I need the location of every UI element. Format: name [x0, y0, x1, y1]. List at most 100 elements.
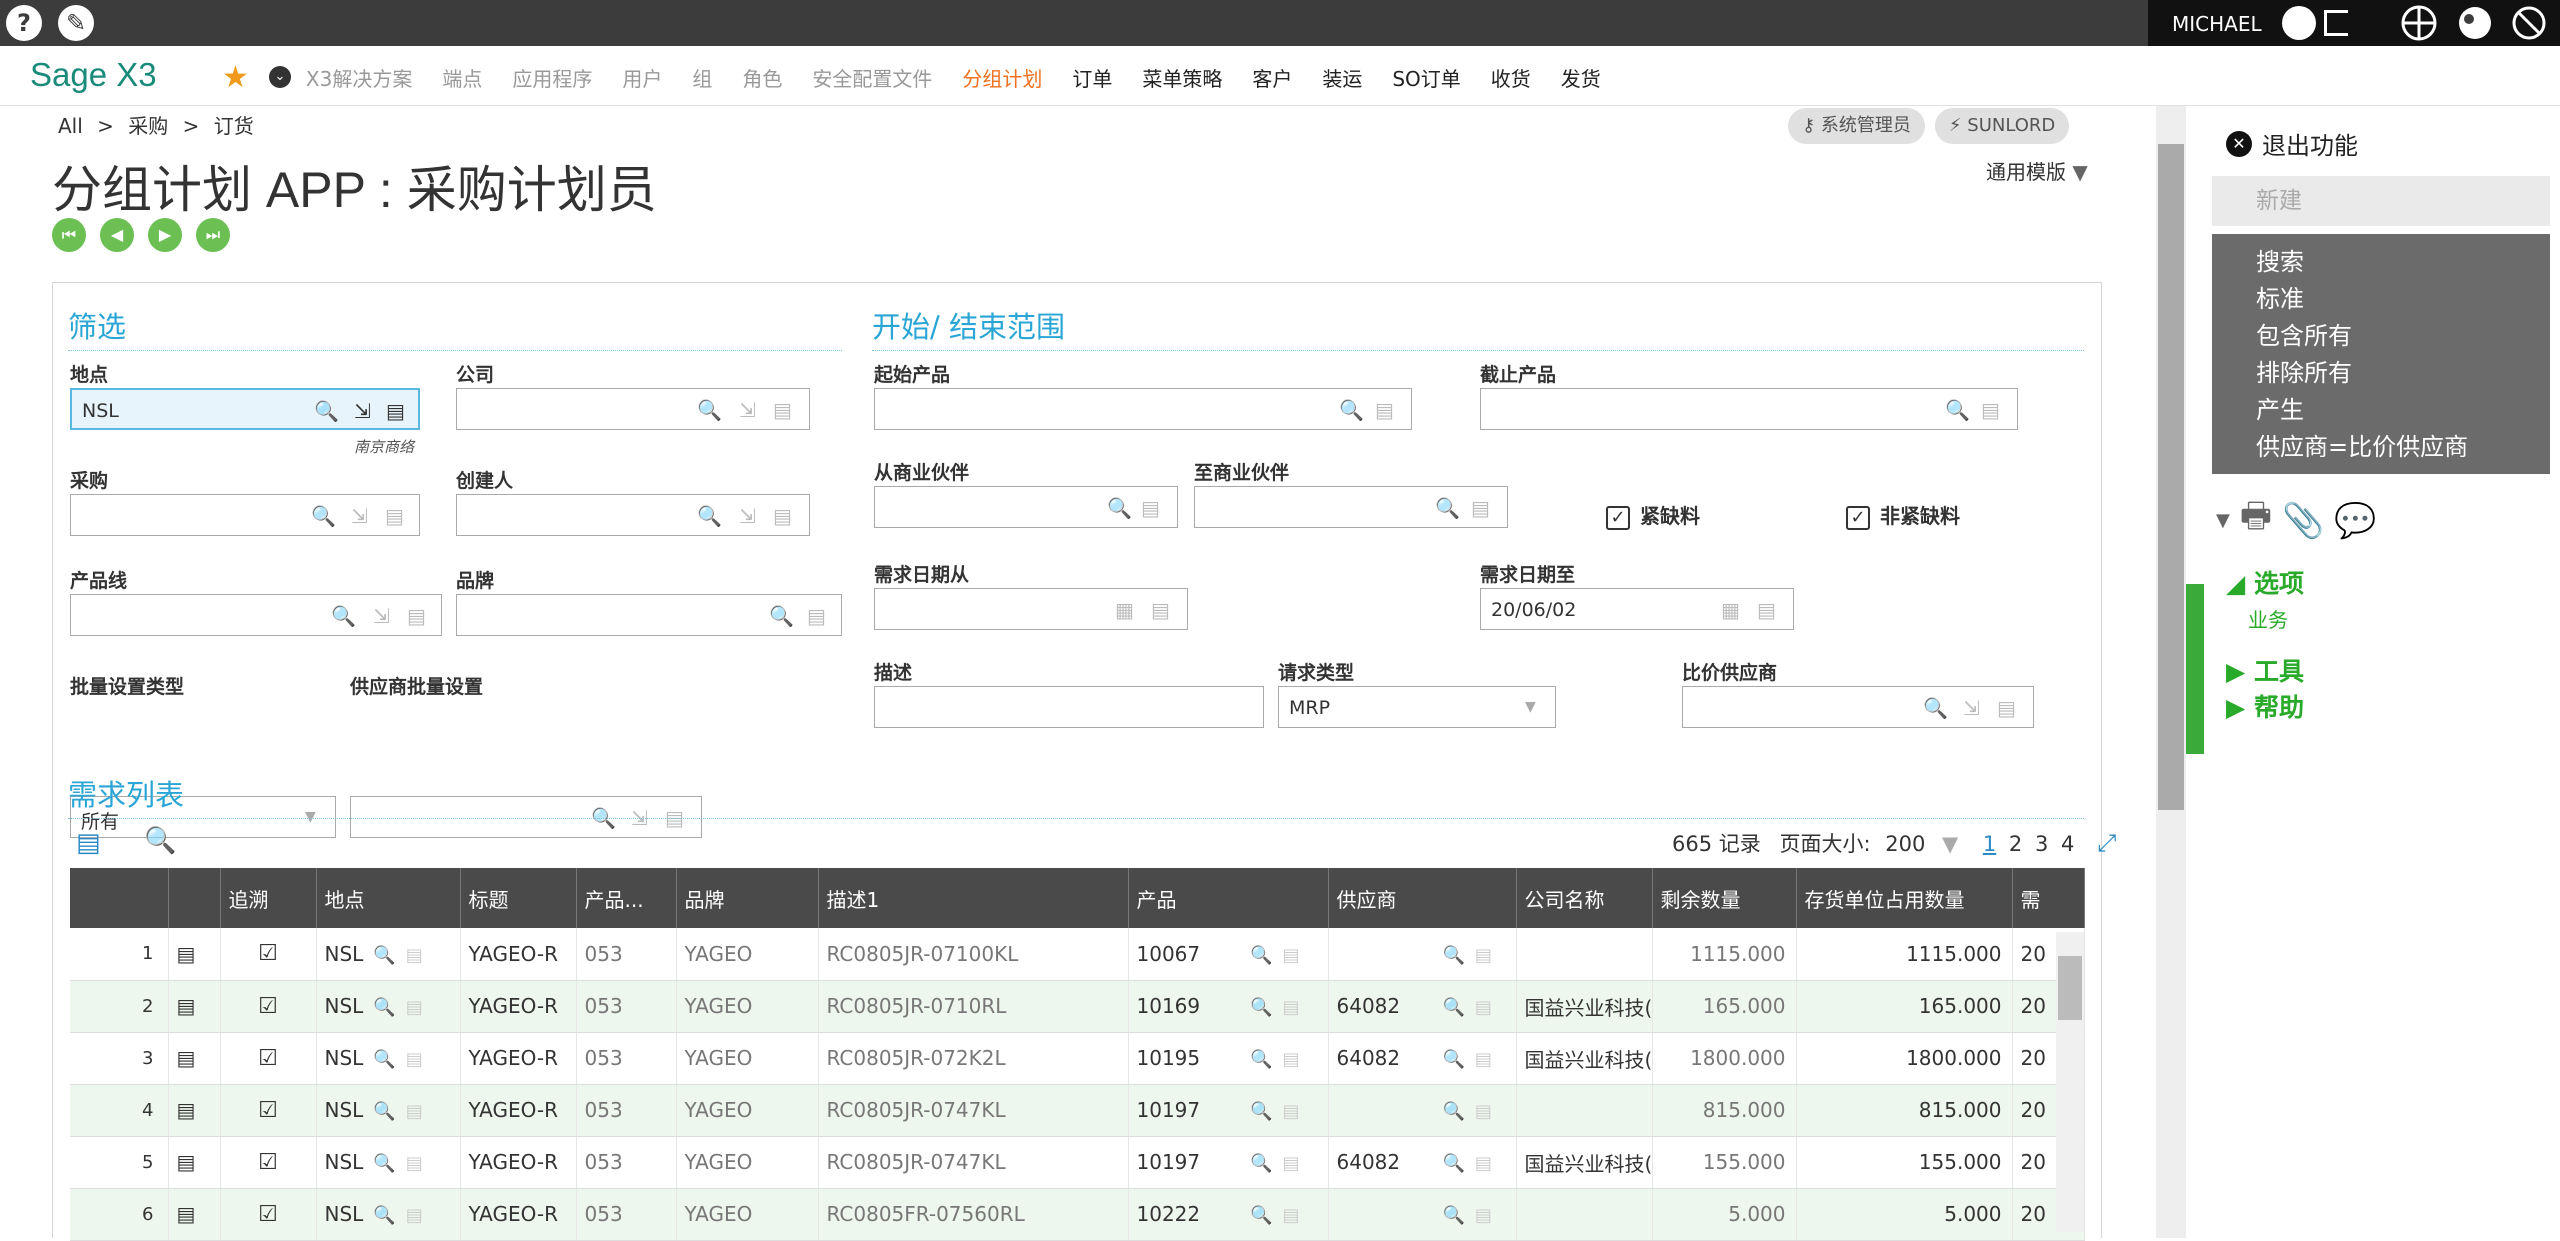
cell-stock-unit-qty[interactable]: 1115.000 — [1796, 928, 2013, 981]
list-icon[interactable]: ▤ — [406, 1049, 423, 1070]
cell-brand[interactable]: YAGEO — [676, 1136, 819, 1189]
cell-brand[interactable]: YAGEO — [676, 1084, 819, 1137]
open-detail-icon[interactable]: ⇲ — [373, 604, 390, 628]
end-product-field[interactable]: 🔍 ▤ — [1480, 388, 2018, 430]
trace-checkbox[interactable]: ☑ — [220, 1084, 317, 1137]
cell-product-line[interactable]: 053 — [576, 980, 677, 1033]
cell-product[interactable]: 10197 🔍 ▤ — [1128, 1084, 1329, 1137]
list-icon[interactable]: ▤ — [1283, 1205, 1300, 1226]
list-icon[interactable]: ▤ — [407, 604, 426, 628]
menu-item-orders[interactable]: 订单 — [1072, 63, 1112, 92]
trace-checkbox[interactable]: ☑ — [220, 1136, 317, 1189]
list-icon[interactable]: ▤ — [1475, 1205, 1492, 1226]
cell-supplier[interactable]: 64082 🔍 ▤ — [1328, 980, 1517, 1033]
cell-product-line[interactable]: 053 — [576, 1032, 677, 1085]
list-icon[interactable]: ▤ — [386, 399, 405, 423]
cell-title[interactable]: YAGEO-R — [460, 1084, 577, 1137]
calendar-icon[interactable]: ▦ — [1721, 598, 1740, 622]
row-detail-cell[interactable]: ▤ — [168, 1188, 221, 1241]
cell-site[interactable]: NSL 🔍 ▤ — [316, 1084, 461, 1137]
cell-supplier[interactable]: 🔍 ▤ — [1328, 928, 1517, 981]
search-icon[interactable]: 🔍 — [373, 1101, 395, 1122]
trace-checkbox[interactable]: ☑ — [220, 980, 317, 1033]
list-icon[interactable]: ▤ — [385, 504, 404, 528]
list-icon[interactable]: ▤ — [773, 504, 792, 528]
table-scrollbar-thumb[interactable] — [2058, 956, 2082, 1020]
cell-title[interactable]: YAGEO-R — [460, 1188, 577, 1241]
date-from-field[interactable]: ▦ ▤ — [874, 588, 1188, 630]
creator-field[interactable]: 🔍 ⇲ ▤ — [456, 494, 810, 536]
company-field[interactable]: 🔍 ⇲ ▤ — [456, 388, 810, 430]
list-icon[interactable]: ▤ — [807, 604, 826, 628]
cell-company-name[interactable] — [1516, 928, 1653, 981]
search-icon[interactable]: 🔍 — [1443, 1153, 1465, 1174]
row-detail-cell[interactable]: ▤ — [168, 980, 221, 1033]
comment-icon[interactable]: 💬 — [2334, 501, 2376, 541]
menu-item-security-profiles[interactable]: 安全配置文件 — [812, 63, 932, 92]
cell-title[interactable]: YAGEO-R — [460, 1136, 577, 1189]
search-icon[interactable]: 🔍 — [697, 504, 722, 528]
search-icon[interactable]: 🔍 — [1443, 945, 1465, 966]
cell-remaining-qty[interactable]: 5.000 — [1652, 1188, 1797, 1241]
network-icon[interactable] — [2400, 4, 2438, 42]
list-icon[interactable]: ▤ — [1475, 997, 1492, 1018]
search-icon[interactable]: 🔍 — [1250, 1049, 1272, 1070]
search-icon[interactable]: 🔍 — [1945, 398, 1970, 422]
options-business[interactable]: 业务 — [2248, 604, 2288, 633]
cell-title[interactable]: YAGEO-R — [460, 980, 577, 1033]
cell-supplier[interactable]: 🔍 ▤ — [1328, 1084, 1517, 1137]
list-icon[interactable]: ▤ — [1981, 398, 2000, 422]
cell-supplier[interactable]: 64082 🔍 ▤ — [1328, 1136, 1517, 1189]
user-name[interactable]: MICHAEL — [2172, 12, 2262, 36]
calendar-icon[interactable]: ▦ — [1115, 598, 1134, 622]
column-header-stock-unit-qty[interactable]: 存货单位占用数量 — [1796, 868, 2013, 928]
row-detail-icon[interactable]: ▤ — [177, 1202, 196, 1226]
cell-supplier[interactable]: 64082 🔍 ▤ — [1328, 1032, 1517, 1085]
table-row[interactable]: 2 ▤ ☑ NSL 🔍 ▤ YAGEO-R 053 YAGEO RC0805JR-0710RL 10… — [70, 980, 2085, 1033]
next-record-icon[interactable]: ▶ — [148, 218, 182, 252]
list-icon[interactable]: ▤ — [1283, 945, 1300, 966]
column-header-supplier[interactable]: 供应商 — [1328, 868, 1517, 928]
brush-icon[interactable]: ✎ — [58, 5, 94, 41]
column-header-title[interactable]: 标题 — [460, 868, 577, 928]
cell-description[interactable]: RC0805JR-07100KL — [818, 928, 1129, 981]
help-section[interactable]: ▶ 帮助 — [2226, 688, 2304, 724]
tools-section[interactable]: ▶ 工具 — [2226, 652, 2304, 688]
search-icon[interactable]: 🔍 — [1339, 398, 1364, 422]
list-icon[interactable]: ▤ — [1997, 696, 2016, 720]
role-pill[interactable]: ⚷ 系统管理员 — [1788, 108, 1925, 144]
cell-remaining-qty[interactable]: 1800.000 — [1652, 1032, 1797, 1085]
search-icon[interactable]: 🔍 — [314, 399, 339, 423]
app-logo[interactable]: Sage X3 — [30, 56, 157, 94]
cell-product[interactable]: 10195 🔍 ▤ — [1128, 1032, 1329, 1085]
cell-company-name[interactable] — [1516, 1188, 1653, 1241]
list-icon[interactable]: ▤ — [1471, 496, 1490, 520]
cell-site[interactable]: NSL 🔍 ▤ — [316, 1032, 461, 1085]
date-to-field[interactable]: 20/06/02 ▦ ▤ — [1480, 588, 1794, 630]
disable-icon[interactable] — [2510, 4, 2548, 42]
cell-description[interactable]: RC0805FR-07560RL — [818, 1188, 1129, 1241]
folder-pill[interactable]: ⚡ SUNLORD — [1934, 108, 2070, 144]
search-icon[interactable]: 🔍 — [697, 398, 722, 422]
first-record-icon[interactable]: ⏮ — [52, 218, 86, 252]
panel-toggle-bar[interactable] — [2186, 584, 2204, 754]
list-icon[interactable]: ▤ — [406, 1153, 423, 1174]
cell-site[interactable]: NSL 🔍 ▤ — [316, 1188, 461, 1241]
table-row[interactable]: 6 ▤ ☑ NSL 🔍 ▤ YAGEO-R 053 YAGEO RC0805FR-07560RL 1… — [70, 1188, 2085, 1241]
list-icon[interactable]: ▤ — [1283, 1101, 1300, 1122]
list-icon[interactable]: ▤ — [406, 1205, 423, 1226]
search-icon[interactable]: 🔍 — [1250, 1205, 1272, 1226]
column-header-remaining-qty[interactable]: 剩余数量 — [1652, 868, 1797, 928]
cell-title[interactable]: YAGEO-R — [460, 928, 577, 981]
cell-product-line[interactable]: 053 — [576, 928, 677, 981]
action-standard[interactable]: 标准 — [2256, 281, 2550, 318]
menu-item-users[interactable]: 用户 — [622, 63, 662, 92]
cell-company-name[interactable] — [1516, 1084, 1653, 1137]
search-icon[interactable]: 🔍 — [373, 945, 395, 966]
search-icon[interactable]: 🔍 — [1443, 997, 1465, 1018]
row-detail-icon[interactable]: ▤ — [177, 1150, 196, 1174]
cell-supplier[interactable]: 🔍 ▤ — [1328, 1188, 1517, 1241]
action-exclude-all[interactable]: 排除所有 — [2256, 355, 2550, 392]
cell-stock-unit-qty[interactable]: 1800.000 — [1796, 1032, 2013, 1085]
menu-item-menu-strategy[interactable]: 菜单策略 — [1142, 63, 1222, 92]
